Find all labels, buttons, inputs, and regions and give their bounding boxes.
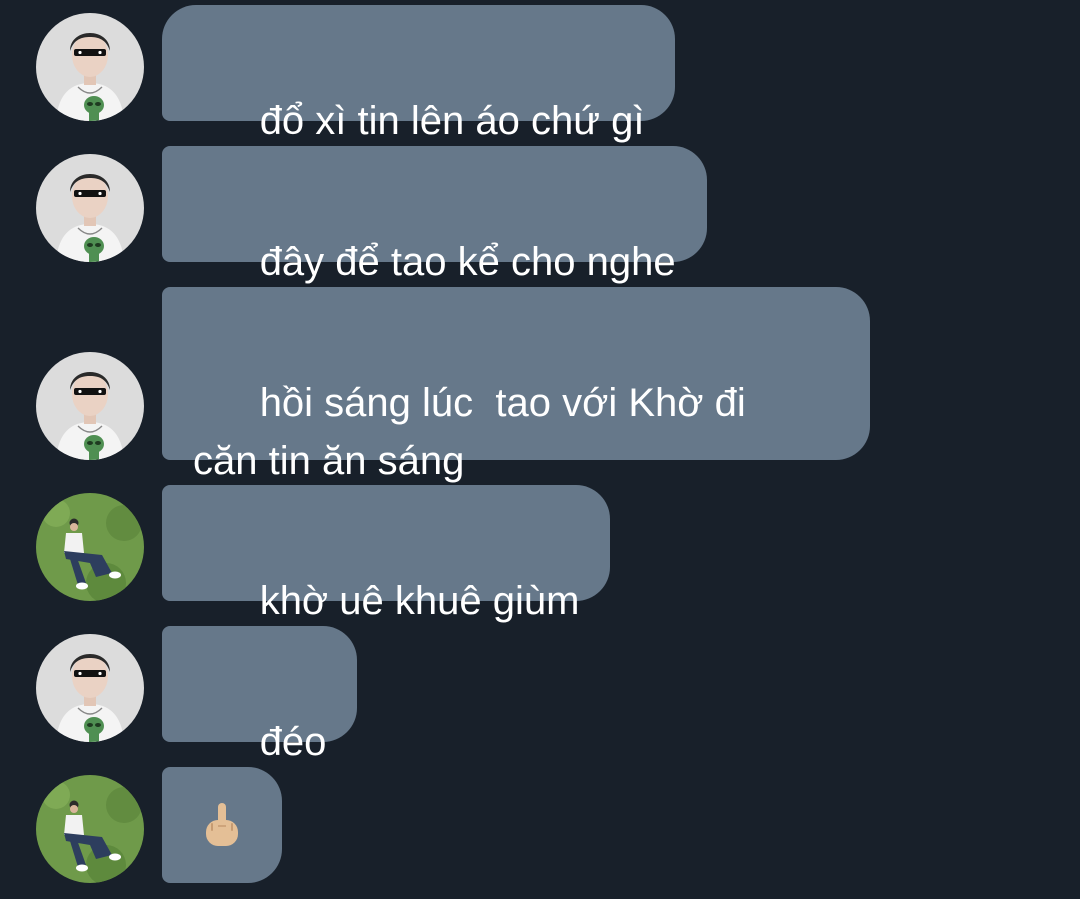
avatar-sunglasses-icon (36, 154, 144, 262)
message-bubble[interactable]: đổ xì tin lên áo chứ gì (162, 5, 676, 143)
avatar-sunglasses-icon (36, 352, 144, 460)
sender-avatar-grass[interactable] (36, 775, 144, 883)
avatar-sitting-on-grass-icon (36, 493, 144, 601)
message-bubble[interactable] (162, 767, 282, 883)
sender-avatar-grass[interactable] (36, 493, 144, 601)
message-bubble[interactable]: khờ uê khuê giùm (162, 485, 611, 623)
message-text: đéo (259, 720, 327, 764)
sender-avatar-sunglasses[interactable] (36, 352, 144, 460)
message-text: hồi sáng lúc tao với Khờ đi căn tin ăn s… (193, 381, 746, 483)
message-text: khờ uê khuê giùm (259, 579, 580, 623)
message-text: đổ xì tin lên áo chứ gì (259, 99, 645, 143)
sender-avatar-sunglasses[interactable] (36, 154, 144, 262)
avatar-sitting-on-grass-icon (36, 775, 144, 883)
middle-finger-emoji-icon (206, 803, 238, 846)
sender-avatar-sunglasses[interactable] (36, 634, 144, 742)
message-bubble[interactable]: hồi sáng lúc tao với Khờ đi căn tin ăn s… (162, 287, 870, 483)
message-bubble[interactable]: đéo (162, 626, 358, 764)
message-bubble[interactable]: đây để tao kể cho nghe (162, 146, 707, 284)
avatar-sunglasses-icon (36, 634, 144, 742)
sender-avatar-sunglasses[interactable] (36, 13, 144, 121)
chat-thread: đổ xì tin lên áo chứ gì đây để tao kể ch… (0, 0, 1080, 899)
message-text: đây để tao kể cho nghe (259, 240, 676, 284)
avatar-sunglasses-icon (36, 13, 144, 121)
